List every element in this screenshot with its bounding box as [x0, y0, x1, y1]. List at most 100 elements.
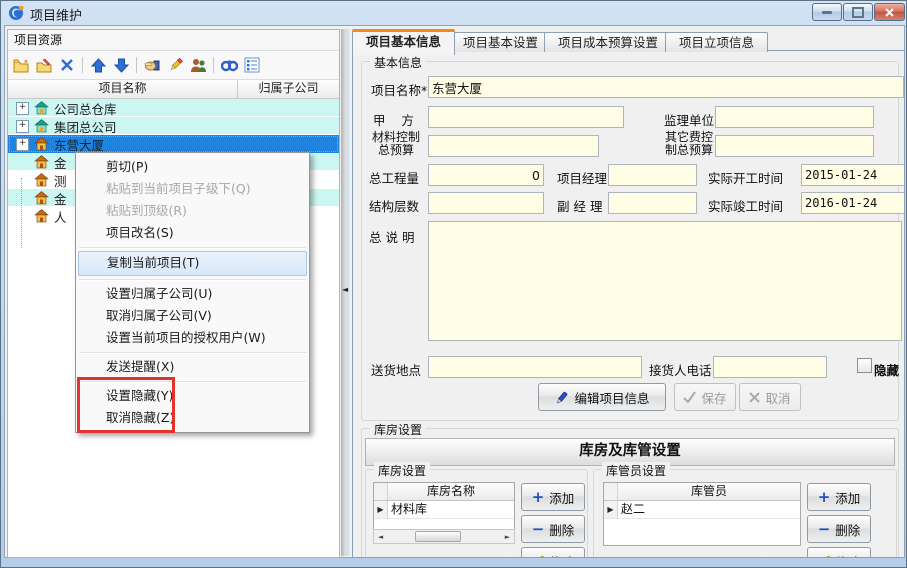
- project-manager-input[interactable]: [608, 164, 697, 186]
- groupbox-title: 库房设置: [370, 421, 426, 438]
- cancel-button[interactable]: 取消: [739, 383, 801, 411]
- tree-item-label: 金: [54, 153, 67, 172]
- actual-finish-date-input[interactable]: [801, 192, 905, 214]
- warehouse-name-column[interactable]: 库房名称: [388, 483, 514, 500]
- delivery-place-label: 送货地点: [371, 360, 421, 379]
- list-view-icon[interactable]: [242, 55, 262, 75]
- row-marker-icon: ▶: [604, 501, 618, 518]
- receiver-phone-input[interactable]: [713, 356, 827, 378]
- party-a-label: 甲 方: [373, 110, 414, 129]
- warehouse-add-button[interactable]: +添加: [521, 483, 585, 511]
- keeper-row[interactable]: ▶ 赵二: [604, 501, 800, 519]
- column-header-subcompany[interactable]: 归属子公司: [238, 80, 339, 98]
- minimize-button[interactable]: [812, 3, 842, 21]
- move-down-icon[interactable]: [111, 55, 131, 75]
- new-folder-icon[interactable]: ✶: [11, 55, 31, 75]
- minus-icon: −: [818, 523, 831, 535]
- project-name-input[interactable]: [428, 76, 904, 98]
- maximize-button[interactable]: [843, 3, 873, 21]
- delivery-place-input[interactable]: [428, 356, 642, 378]
- keeper-delete-button[interactable]: −删除: [807, 515, 871, 543]
- search-icon[interactable]: [219, 55, 239, 75]
- other-budget-label-line2: 制总预算: [660, 144, 718, 157]
- window-title: 项目维护: [30, 5, 82, 24]
- keeper-column[interactable]: 库管员: [618, 483, 800, 500]
- party-a-input[interactable]: [428, 106, 624, 128]
- scroll-left-icon[interactable]: ◄: [374, 533, 387, 541]
- row-selector-header: [374, 483, 388, 500]
- warehouse-row[interactable]: ▶ 材料库: [374, 501, 514, 519]
- wrench-icon: [817, 555, 830, 559]
- plus-icon: +: [818, 491, 831, 503]
- keeper-add-button[interactable]: + 添加: [807, 483, 871, 511]
- scroll-right-icon[interactable]: ►: [501, 533, 514, 541]
- deputy-manager-input[interactable]: [608, 192, 697, 214]
- delete-icon[interactable]: [57, 55, 77, 75]
- annotation-rectangle: [77, 377, 175, 433]
- actual-start-date-label: 实际开工时间: [708, 168, 783, 187]
- hand-pointer-icon[interactable]: [142, 55, 162, 75]
- edit-folder-icon[interactable]: [34, 55, 54, 75]
- move-up-icon[interactable]: [88, 55, 108, 75]
- menu-item-set-authorized-users[interactable]: 设置当前项目的授权用户(W): [76, 327, 309, 349]
- users-icon[interactable]: [188, 55, 208, 75]
- tree-item-group-company[interactable]: + 集团总公司: [8, 117, 339, 135]
- tab-project-basic-info[interactable]: 项目基本信息: [352, 29, 455, 55]
- app-logo-icon: [8, 4, 25, 21]
- actual-start-date-input[interactable]: [801, 164, 905, 186]
- keeper-table-header: 库管员: [604, 483, 800, 501]
- keeper-table: 库管员 ▶ 赵二: [603, 482, 801, 546]
- total-quantity-input[interactable]: [428, 164, 544, 186]
- edit-project-info-button[interactable]: 编辑项目信息: [538, 383, 666, 411]
- menu-item-set-subcompany[interactable]: 设置归属子公司(U): [76, 283, 309, 305]
- collapse-arrow-icon[interactable]: ◄: [342, 285, 348, 294]
- keeper-modify-button[interactable]: 修改: [807, 547, 871, 558]
- menu-separator: [76, 276, 309, 283]
- hide-checkbox-label: 隐藏: [874, 360, 899, 379]
- menu-item-cut[interactable]: 剪切(P): [76, 156, 309, 178]
- other-budget-input[interactable]: [715, 135, 874, 157]
- warehouse-modify-button[interactable]: 修改: [521, 547, 585, 558]
- menu-item-cancel-subcompany[interactable]: 取消归属子公司(V): [76, 305, 309, 327]
- scrollbar-thumb[interactable]: [415, 531, 461, 542]
- warehouse-table: 库房名称 ▶ 材料库: [373, 482, 515, 530]
- tab-label: 项目成本预算设置: [558, 35, 658, 50]
- panel-splitter[interactable]: ◄: [341, 29, 351, 556]
- tab-label: 项目基本设置: [463, 35, 538, 50]
- scrollbar-track[interactable]: [387, 530, 501, 543]
- button-label: 添加: [835, 488, 860, 507]
- button-label: 修改: [549, 552, 574, 559]
- expand-plus-icon[interactable]: +: [16, 102, 29, 115]
- warehouse-delete-button[interactable]: −删除: [521, 515, 585, 543]
- horizontal-scrollbar[interactable]: ◄ ►: [373, 529, 515, 544]
- supervisor-input[interactable]: [715, 106, 874, 128]
- menu-item-copy-current-project[interactable]: 复制当前项目(T): [78, 251, 307, 276]
- supervisor-label: 监理单位: [664, 110, 714, 129]
- tab-project-cost-budget-settings[interactable]: 项目成本预算设置: [544, 32, 672, 52]
- toolbar-separator: [136, 57, 137, 73]
- yellow-house-icon: [34, 173, 49, 187]
- panel-caption: 项目资源: [8, 30, 339, 51]
- tree-item-dongying-selected[interactable]: + 东营大厦: [8, 135, 339, 153]
- expand-plus-icon[interactable]: +: [16, 138, 29, 151]
- tree-item-company-warehouse[interactable]: + 公司总仓库: [8, 99, 339, 117]
- menu-item-rename-project[interactable]: 项目改名(S): [76, 222, 309, 244]
- structure-floors-input[interactable]: [428, 192, 544, 214]
- tab-project-approval-info[interactable]: 项目立项信息: [665, 32, 768, 52]
- x-icon: [749, 392, 760, 403]
- tree-item-label: 测: [54, 171, 67, 190]
- column-header-project-name[interactable]: 项目名称: [8, 80, 238, 98]
- tab-label: 项目立项信息: [679, 35, 754, 50]
- expand-plus-icon[interactable]: +: [16, 120, 29, 133]
- summary-textarea[interactable]: [428, 221, 902, 341]
- hide-checkbox[interactable]: [857, 358, 872, 373]
- pencil-icon[interactable]: [165, 55, 185, 75]
- menu-item-paste-as-child: 粘贴到当前项目子级下(Q): [76, 178, 309, 200]
- tab-project-basic-settings[interactable]: 项目基本设置: [449, 32, 552, 52]
- keeper-name-cell: 赵二: [618, 501, 800, 518]
- close-button[interactable]: [874, 3, 905, 21]
- material-budget-input[interactable]: [428, 135, 599, 157]
- tree-item-label: 人: [54, 207, 67, 226]
- menu-item-send-reminder[interactable]: 发送提醒(X): [76, 356, 309, 378]
- save-button[interactable]: 保存: [674, 383, 736, 411]
